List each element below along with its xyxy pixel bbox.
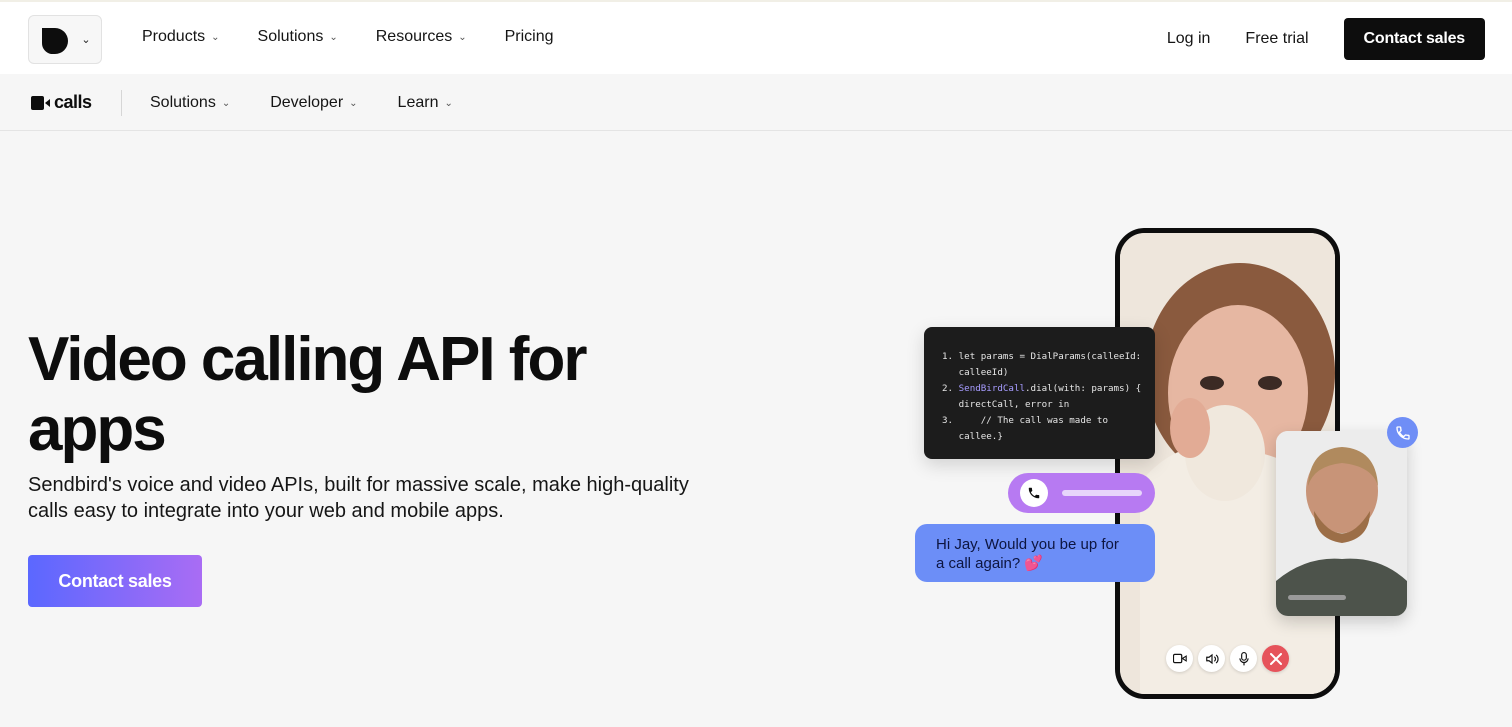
hero-subtitle-line: calls easy to integrate into your web an… [28, 500, 504, 522]
free-trial-link[interactable]: Free trial [1245, 30, 1308, 48]
nav-solutions[interactable]: Solutions ⌄ [258, 28, 338, 46]
chevron-down-icon: ⌄ [221, 97, 231, 109]
nav-pricing[interactable]: Pricing [505, 28, 554, 46]
picture-in-picture-video [1276, 431, 1407, 616]
chevron-down-icon: ⌄ [211, 31, 220, 43]
calls-subnavigation: calls Solutions ⌄ Developer ⌄ Learn ⌄ [0, 74, 1512, 131]
account-actions: Log in Free trial Contact sales [1167, 18, 1485, 60]
subnav-developer[interactable]: Developer ⌄ [270, 94, 357, 112]
phone-call-badge-icon [1387, 417, 1418, 448]
code-line: directCall, error in [958, 399, 1070, 410]
calls-menu: Solutions ⌄ Developer ⌄ Learn ⌄ [150, 94, 493, 112]
nav-resources-label: Resources [375, 28, 453, 45]
hero-title-line: Video calling API for [28, 325, 587, 394]
calls-logo[interactable]: calls [31, 92, 92, 113]
subnav-developer-label: Developer [270, 94, 344, 111]
subnav-solutions[interactable]: Solutions ⌄ [150, 94, 230, 112]
end-call-icon [1269, 652, 1282, 665]
call-controls [1166, 645, 1289, 672]
code-snippet-card: 1. let params = DialParams(calleeId: cal… [924, 327, 1155, 459]
code-line: 2. SendBirdCall.dial(with: params) { [942, 383, 1142, 394]
code-line: 1. let params = DialParams(calleeId: [942, 351, 1142, 362]
sendbird-logo-icon [42, 27, 69, 54]
man-video-call-image [1276, 431, 1407, 616]
hero-contact-sales-button[interactable]: Contact sales [28, 555, 202, 607]
chevron-down-icon: ⌄ [81, 34, 91, 46]
message-line: a call again? 💕 [936, 555, 1044, 572]
divider [121, 90, 122, 116]
contact-sales-button[interactable]: Contact sales [1343, 18, 1485, 60]
microphone-toggle-button[interactable] [1230, 645, 1257, 672]
top-navigation: ⌄ Products ⌄ Solutions ⌄ Resources ⌄ Pri… [0, 0, 1512, 74]
end-call-button[interactable] [1262, 645, 1289, 672]
speaker-icon [1205, 653, 1219, 664]
chevron-down-icon: ⌄ [444, 97, 453, 109]
incoming-call-pill [1008, 473, 1155, 513]
chevron-down-icon: ⌄ [458, 31, 467, 43]
video-camera-icon [31, 95, 50, 110]
video-toggle-button[interactable] [1166, 645, 1193, 672]
code-line: callee.} [958, 431, 1003, 442]
microphone-icon [1238, 651, 1249, 665]
nav-products-label: Products [142, 28, 206, 45]
subnav-learn-label: Learn [397, 94, 439, 111]
nav-products[interactable]: Products ⌄ [142, 28, 220, 46]
subnav-solutions-label: Solutions [150, 94, 216, 111]
chevron-down-icon: ⌄ [349, 97, 358, 109]
nav-pricing-label: Pricing [504, 28, 554, 45]
code-line: 3. // The call was made to [942, 415, 1108, 426]
hero-subtitle: Sendbird's voice and video APIs, built f… [28, 472, 728, 524]
chevron-down-icon: ⌄ [329, 31, 338, 43]
hero-subtitle-line: Sendbird's voice and video APIs, built f… [28, 474, 689, 496]
call-progress-bar [1062, 490, 1142, 496]
hero-title: Video calling API for apps [28, 325, 728, 465]
hero-title-line: apps [28, 395, 167, 464]
main-menu: Products ⌄ Solutions ⌄ Resources ⌄ Prici… [142, 28, 592, 46]
sendbird-logo-menu[interactable]: ⌄ [28, 15, 102, 64]
calls-product-name: calls [54, 92, 92, 112]
message-line: Hi Jay, Would you be up for [936, 536, 1119, 553]
chat-message-bubble: Hi Jay, Would you be up for a call again… [915, 524, 1155, 582]
login-link[interactable]: Log in [1167, 30, 1211, 48]
video-icon [1172, 653, 1187, 664]
phone-icon [1020, 479, 1048, 507]
subnav-learn[interactable]: Learn ⌄ [398, 94, 453, 112]
speaker-toggle-button[interactable] [1198, 645, 1225, 672]
nav-resources[interactable]: Resources ⌄ [376, 28, 467, 46]
nav-solutions-label: Solutions [257, 28, 324, 45]
code-line: calleeId) [958, 367, 1009, 378]
